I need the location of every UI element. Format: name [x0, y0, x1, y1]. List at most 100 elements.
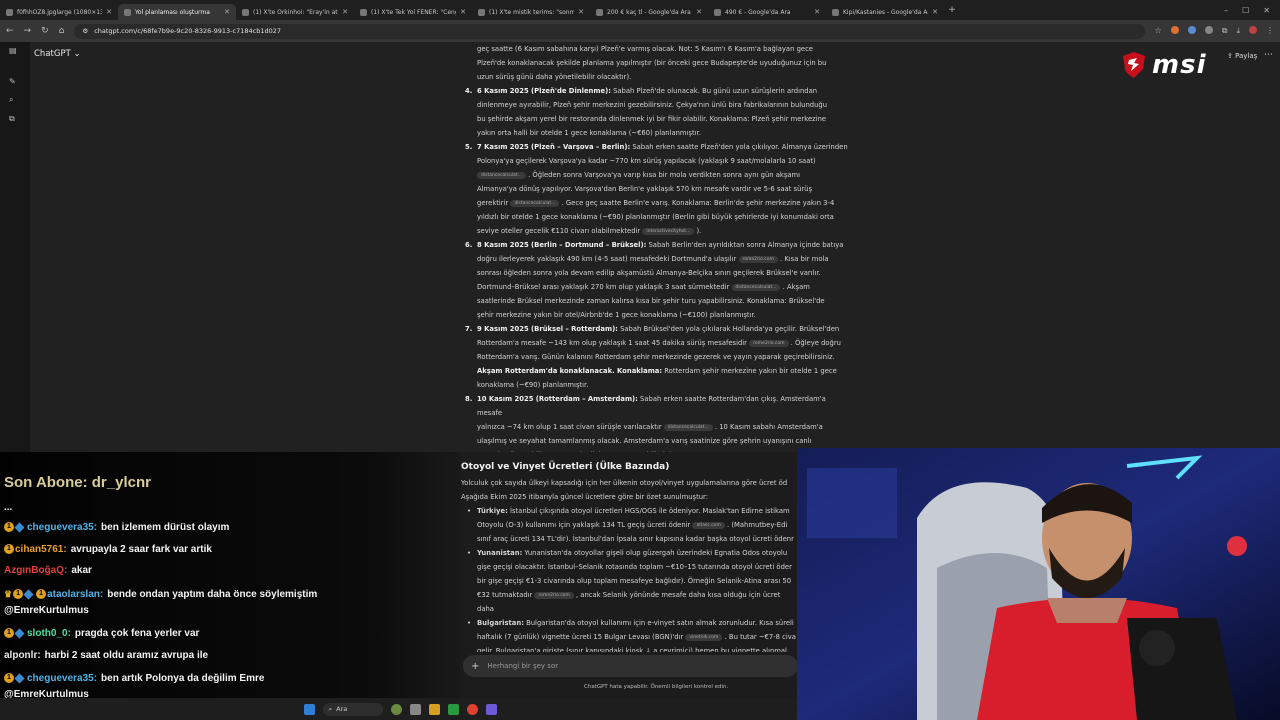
- sub-badge-icon: 1: [4, 522, 14, 533]
- tab-close-icon[interactable]: ✕: [814, 8, 820, 16]
- chat-input[interactable]: + Herhangi bir şey sor: [463, 655, 798, 677]
- new-tab-button[interactable]: +: [944, 5, 960, 15]
- tab-title: (1) X'te mistik terims: "sonmadık...: [489, 8, 575, 16]
- sidebar-toggle-icon[interactable]: ▤: [9, 46, 18, 55]
- file-explorer-icon[interactable]: [428, 703, 440, 715]
- tab-0[interactable]: f0fhhOZ8.jpglarge (1080×1363)✕: [0, 4, 118, 20]
- tab-close-icon[interactable]: ✕: [460, 8, 466, 16]
- more-options-icon[interactable]: ⋯: [1264, 50, 1273, 60]
- app-icon[interactable]: [447, 703, 459, 715]
- chatgpt-sidebar: ▤ ✎ ⌕ ⧉: [0, 42, 30, 452]
- chat-text: ...: [4, 502, 13, 513]
- tab-favicon-icon: [124, 8, 131, 16]
- tab-6[interactable]: 490 € - Google'da Ara ✕: [708, 4, 826, 20]
- tab-7[interactable]: Kipi/Kastanies - Google'da Ara ✕: [826, 4, 944, 20]
- citation-chip[interactable]: distancecalculat...: [663, 423, 713, 431]
- windows-start-icon[interactable]: [303, 703, 315, 715]
- chat-username: alponlr:: [4, 650, 41, 661]
- tab-1[interactable]: Yol planlaması oluşturma ✕: [118, 4, 236, 20]
- bookmark-star-icon[interactable]: ☆: [1155, 26, 1162, 36]
- text-line: 8 Kasım 2025 (Berlin – Dortmund – Brükse…: [477, 241, 844, 249]
- tab-close-icon[interactable]: ✕: [342, 8, 348, 16]
- text-line: 7 Kasım 2025 (Plzeň – Varşova – Berlin):…: [477, 143, 848, 151]
- app-icon[interactable]: [485, 703, 497, 715]
- close-icon[interactable]: ✕: [1263, 6, 1270, 15]
- tab-title: 200 € kaç tl - Google'da Ara: [607, 8, 691, 16]
- extension-icon[interactable]: [1204, 26, 1213, 34]
- tab-close-icon[interactable]: ✕: [224, 8, 230, 16]
- list-number: 5.: [465, 143, 473, 151]
- text-line: Dortmund–Brüksel arası yaklaşık 270 km o…: [477, 283, 810, 291]
- share-button[interactable]: ⇪ Paylaş: [1227, 52, 1257, 60]
- model-selector[interactable]: ChatGPT ⌄: [34, 49, 81, 59]
- downloads-icon[interactable]: ⤓: [1236, 26, 1240, 36]
- profile-avatar[interactable]: [1249, 26, 1257, 34]
- text-line: haftalık (7 günlük) vignette ücreti 15 B…: [477, 633, 796, 641]
- citation-chip[interactable]: distancecalculat...: [731, 283, 781, 291]
- tab-4[interactable]: (1) X'te mistik terims: "sonmadık...✕: [472, 4, 590, 20]
- search-icon[interactable]: ⌕: [9, 95, 18, 104]
- citation-chip[interactable]: atlasc.com: [692, 521, 725, 529]
- widgets-icon[interactable]: [390, 703, 402, 715]
- sub-badge-icon: 1: [13, 589, 24, 600]
- text-line: gişe geçişi olacaktır. İstanbul–Selanik …: [477, 563, 792, 571]
- home-icon[interactable]: ⌂: [59, 26, 65, 36]
- text-line: dinlenmeye ayırabilir, Plzeň şehir merke…: [477, 101, 828, 109]
- tab-close-icon[interactable]: ✕: [578, 8, 584, 16]
- share-icon: ⇪: [1227, 52, 1236, 60]
- citation-chip[interactable]: rome2rio.com: [534, 591, 574, 599]
- tab-close-icon[interactable]: ✕: [932, 8, 938, 16]
- text-line: yıldızlı bir otelde 1 gece konaklama (~€…: [477, 213, 834, 221]
- chat-message: @EmreKurtulmus: [4, 605, 89, 616]
- chat-message: 1 sloth0_0: pragda çok fena yerler var: [4, 628, 199, 639]
- tab-close-icon[interactable]: ✕: [696, 8, 702, 16]
- text-line: gelir. Bulgaristan'a girişte (sınır kapı…: [477, 647, 787, 652]
- text-line: sınıf araç ücreti 134 TL'dir). İstanbul'…: [477, 535, 794, 543]
- citation-chip[interactable]: rome2rio.com: [738, 255, 778, 263]
- text-line: Yunanistan: Yunanistan'da otoyollar gişe…: [477, 549, 788, 557]
- bullet-item: Yunanistan: Yunanistan'da otoyollar gişe…: [461, 546, 798, 616]
- extension-icon[interactable]: [1187, 26, 1196, 34]
- assistant-message: geç saatte (6 Kasım sabahına karşı) Plze…: [461, 42, 851, 462]
- text-line: Plzeň'de konaklanacak şekilde planlama y…: [477, 59, 827, 67]
- text-line: uzun sürüş günü daha yönetilebilir olaca…: [477, 73, 632, 81]
- browser-menu-icon[interactable]: ⋮: [1266, 26, 1274, 36]
- text-line: Bulgaristan: Bulgaristan'da otoyol kulla…: [477, 619, 794, 627]
- tab-2[interactable]: (1) X'te Orkinhoi: "Eray'in atışı... ✕: [236, 4, 354, 20]
- chat-message: ...: [4, 502, 12, 513]
- citation-chip[interactable]: distancecalculat...: [510, 199, 560, 207]
- plus-icon[interactable]: +: [471, 661, 479, 672]
- chat-text: pragda çok fena yerler var: [74, 628, 200, 639]
- reload-icon[interactable]: ↻: [41, 26, 49, 36]
- citation-chip[interactable]: vinetnik.com: [685, 633, 723, 641]
- tab-favicon-icon: [6, 8, 13, 16]
- extension-icon[interactable]: [1170, 26, 1179, 34]
- task-view-icon[interactable]: [409, 703, 421, 715]
- text-line: Türkiye: İstanbul çıkışında otoyol ücret…: [477, 507, 790, 515]
- maximize-icon[interactable]: ☐: [1242, 6, 1249, 15]
- text-line: gerektirir distancecalculat... . Gece ge…: [477, 199, 835, 207]
- forward-icon[interactable]: →: [24, 26, 32, 36]
- tab-title: Kipi/Kastanies - Google'da Ara: [843, 8, 929, 16]
- tab-favicon-icon: [714, 8, 721, 16]
- site-info-icon[interactable]: ⚙: [82, 27, 88, 35]
- minimize-icon[interactable]: –: [1224, 6, 1228, 15]
- new-chat-icon[interactable]: ✎: [9, 77, 18, 86]
- taskbar-search[interactable]: ⌕ Ara: [322, 702, 383, 716]
- chat-text: harbi 2 saat oldu aramız avrupa ile: [44, 650, 209, 661]
- list-item: 7. 9 Kasım 2025 (Brüksel – Rotterdam): Sa…: [461, 322, 851, 392]
- tab-title: (1) X'te Tek Yol FENER: "Cengiz...: [371, 8, 456, 16]
- address-bar[interactable]: ⚙ chatgpt.com/c/68fe7b9e-9c20-8326-9913-…: [74, 23, 1145, 39]
- tab-close-icon[interactable]: ✕: [106, 8, 112, 16]
- extensions-puzzle-icon[interactable]: ⧉: [1222, 26, 1228, 36]
- citation-chip[interactable]: interactivecityhot...: [642, 227, 695, 235]
- back-icon[interactable]: ←: [6, 26, 14, 36]
- chrome-icon[interactable]: [466, 703, 478, 715]
- tab-5[interactable]: 200 € kaç tl - Google'da Ara ✕: [590, 4, 708, 20]
- tab-3[interactable]: (1) X'te Tek Yol FENER: "Cengiz... ✕: [354, 4, 472, 20]
- text-line: Almanya'ya dönüş yapılıyor. Varşova'dan …: [477, 185, 813, 193]
- library-icon[interactable]: ⧉: [9, 114, 18, 123]
- citation-chip[interactable]: distancecalculat...: [477, 171, 526, 179]
- citation-chip[interactable]: rome2rio.com: [749, 339, 789, 347]
- text-line: geç saatte (6 Kasım sabahına karşı) Plze…: [477, 45, 813, 53]
